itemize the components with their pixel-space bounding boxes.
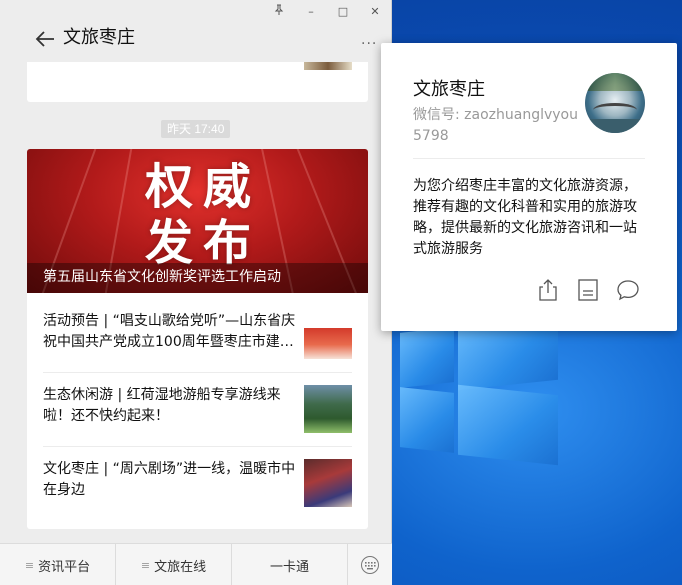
menu-item-label: 一卡通: [269, 559, 309, 575]
profile-popup: 文旅枣庄 微信号: zaozhuanglvyou5798 为您介绍枣庄丰富的文化…: [381, 43, 677, 331]
sub-article-3[interactable]: 文化枣庄 | “周六剧场”进一线，温暖市中在身边: [43, 459, 352, 529]
menu-list-icon: ≡: [24, 558, 35, 572]
keyboard-toggle-button[interactable]: [348, 544, 392, 585]
avatar[interactable]: [585, 73, 645, 133]
profile-name: 文旅枣庄: [413, 79, 485, 100]
hero-big-text: 权威 发布: [145, 159, 262, 271]
previous-article-text: “ ”: [43, 62, 62, 66]
previous-article-card[interactable]: “ ”: [27, 62, 368, 102]
articles-icon[interactable]: [575, 277, 601, 303]
divider: [43, 372, 352, 373]
sub-article-thumbnail: [304, 385, 352, 433]
close-button[interactable]: ✕: [367, 4, 383, 20]
maximize-button[interactable]: □: [335, 4, 351, 20]
menu-item-card[interactable]: 一卡通: [232, 544, 348, 585]
message-feed[interactable]: “ ” 昨天 17:40 权威 发布 第五届山东省文化创新奖评选工作启动: [0, 62, 392, 542]
back-arrow-icon[interactable]: [34, 28, 56, 50]
menu-item-news-platform[interactable]: ≡ 资讯平台: [0, 544, 116, 585]
previous-article-thumbnail: [304, 62, 352, 70]
profile-actions: [535, 277, 641, 303]
minimize-button[interactable]: –: [303, 4, 319, 20]
sub-article-1[interactable]: 活动预告 | “唱支山歌给党听”—山东省庆祝中国共产党成立100周年暨枣庄市建…: [43, 311, 352, 381]
chat-title: 文旅枣庄: [63, 27, 135, 48]
profile-wechat-id: 微信号: zaozhuanglvyou5798: [413, 107, 578, 144]
bottom-menu: ≡ 资讯平台 ≡ 文旅在线 一卡通: [0, 543, 392, 585]
menu-item-label: 资讯平台: [38, 559, 91, 575]
sub-article-thumbnail: [304, 459, 352, 507]
sub-article-thumbnail: [304, 311, 352, 359]
message-icon[interactable]: [615, 277, 641, 303]
divider: [43, 446, 352, 447]
message-timestamp: 昨天 17:40: [161, 120, 231, 138]
menu-item-culture-online[interactable]: ≡ 文旅在线: [116, 544, 232, 585]
chat-window: – □ ✕ 文旅枣庄 ··· “ ” 昨天 17:40 权威: [0, 0, 392, 585]
menu-list-icon: ≡: [140, 558, 151, 572]
article-card: 权威 发布 第五届山东省文化创新奖评选工作启动 活动预告 | “唱支山歌给党听”…: [27, 149, 368, 529]
hero-article[interactable]: 权威 发布 第五届山东省文化创新奖评选工作启动: [27, 149, 368, 293]
sub-article-title: 生态休闲游 | 红荷湿地游船专享游线来啦！还不快约起来！: [43, 387, 281, 424]
window-controls: – □ ✕: [271, 4, 383, 20]
keyboard-icon: [361, 556, 379, 574]
pin-icon[interactable]: [271, 4, 287, 20]
menu-item-label: 文旅在线: [154, 559, 207, 575]
share-icon[interactable]: [535, 277, 561, 303]
sub-article-title: 活动预告 | “唱支山歌给党听”—山东省庆祝中国共产党成立100周年暨枣庄市建…: [43, 313, 296, 350]
sub-article-title: 文化枣庄 | “周六剧场”进一线，温暖市中在身边: [43, 461, 296, 498]
sub-article-2[interactable]: 生态休闲游 | 红荷湿地游船专享游线来啦！还不快约起来！: [43, 385, 352, 455]
chat-header: 文旅枣庄 ···: [0, 20, 392, 60]
divider: [413, 158, 645, 159]
profile-description: 为您介绍枣庄丰富的文化旅游资源，推荐有趣的文化科普和实用的旅游攻略，提供最新的文…: [413, 178, 637, 257]
more-icon[interactable]: ···: [361, 36, 377, 52]
hero-caption: 第五届山东省文化创新奖评选工作启动: [43, 269, 281, 285]
